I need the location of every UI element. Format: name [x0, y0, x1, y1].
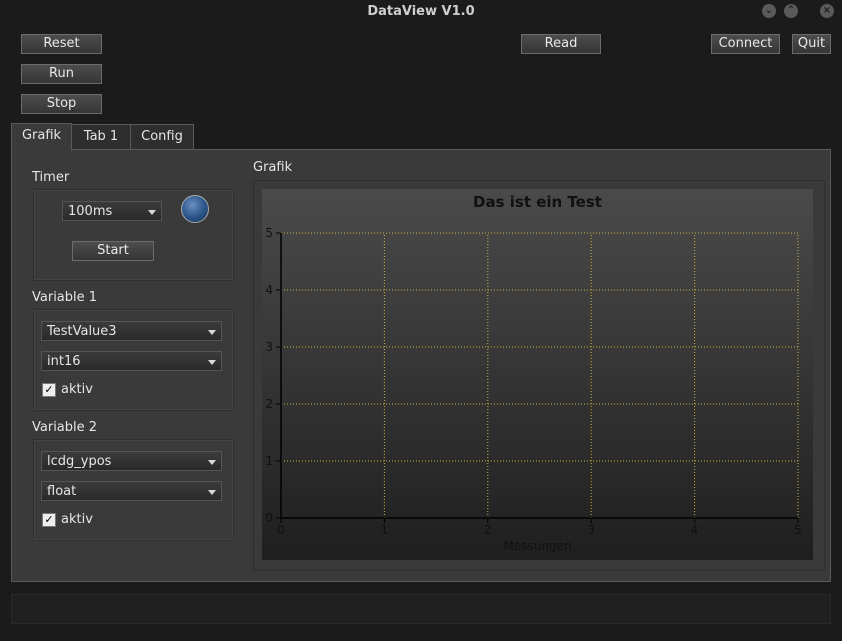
variable1-name-value: TestValue3 [47, 324, 117, 339]
close-icon[interactable]: × [820, 4, 834, 18]
x-tick-label: 1 [381, 523, 389, 537]
chevron-down-icon [208, 360, 216, 365]
variable1-active-label: aktiv [61, 382, 93, 397]
timer-interval-select[interactable]: 100ms [62, 201, 162, 221]
quit-button[interactable]: Quit [792, 34, 831, 54]
y-tick-label: 5 [265, 226, 273, 240]
x-tick-label: 4 [691, 523, 699, 537]
chart-plot: 0 1 2 3 4 5 0 1 2 3 4 5 [265, 226, 802, 537]
variable2-name-value: lcdg_ypos [47, 454, 112, 469]
chevron-down-icon [148, 210, 156, 215]
stop-button[interactable]: Stop [21, 94, 102, 114]
chevron-down-icon [208, 490, 216, 495]
maximize-icon[interactable]: ⌃ [784, 4, 798, 18]
timer-group-label: Timer [32, 170, 70, 185]
variable1-name-select[interactable]: TestValue3 [41, 321, 222, 341]
variable1-group-label: Variable 1 [32, 290, 98, 305]
timer-interval-value: 100ms [68, 204, 113, 219]
variable2-type-select[interactable]: float [41, 481, 222, 501]
read-button[interactable]: Read [521, 34, 601, 54]
variable1-active-checkbox[interactable]: ✓ [42, 383, 56, 397]
x-tick-label: 3 [587, 523, 595, 537]
variable1-type-select[interactable]: int16 [41, 351, 222, 371]
status-bar [11, 594, 831, 624]
variable2-type-value: float [47, 484, 77, 499]
window-title: DataView V1.0 [367, 4, 475, 19]
variable2-group-label: Variable 2 [32, 420, 98, 435]
x-tick-label: 0 [277, 523, 285, 537]
y-tick-label: 2 [265, 397, 273, 411]
y-tick-label: 3 [265, 340, 273, 354]
chevron-down-icon [208, 460, 216, 465]
grafik-group-label: Grafik [253, 160, 293, 175]
run-button[interactable]: Run [21, 64, 102, 84]
variable2-active-checkbox[interactable]: ✓ [42, 513, 56, 527]
timer-start-button[interactable]: Start [72, 241, 154, 261]
x-tick-label: 5 [794, 523, 802, 537]
minimize-icon[interactable]: ⌄ [762, 4, 776, 18]
reset-button[interactable]: Reset [21, 34, 102, 54]
variable2-name-select[interactable]: lcdg_ypos [41, 451, 222, 471]
chevron-down-icon [208, 330, 216, 335]
y-tick-label: 4 [265, 283, 273, 297]
y-tick-label: 1 [265, 454, 273, 468]
x-tick-label: 2 [484, 523, 492, 537]
y-tick-label: 0 [265, 511, 273, 525]
status-led-icon [181, 195, 209, 223]
variable2-active-label: aktiv [61, 512, 93, 527]
x-axis-label: Messungen [503, 539, 572, 553]
connect-button[interactable]: Connect [711, 34, 780, 54]
tab-config[interactable]: Config [130, 124, 194, 149]
tab-grafik[interactable]: Grafik [11, 123, 72, 151]
variable1-type-value: int16 [47, 354, 81, 369]
tab-tab1[interactable]: Tab 1 [71, 124, 131, 149]
